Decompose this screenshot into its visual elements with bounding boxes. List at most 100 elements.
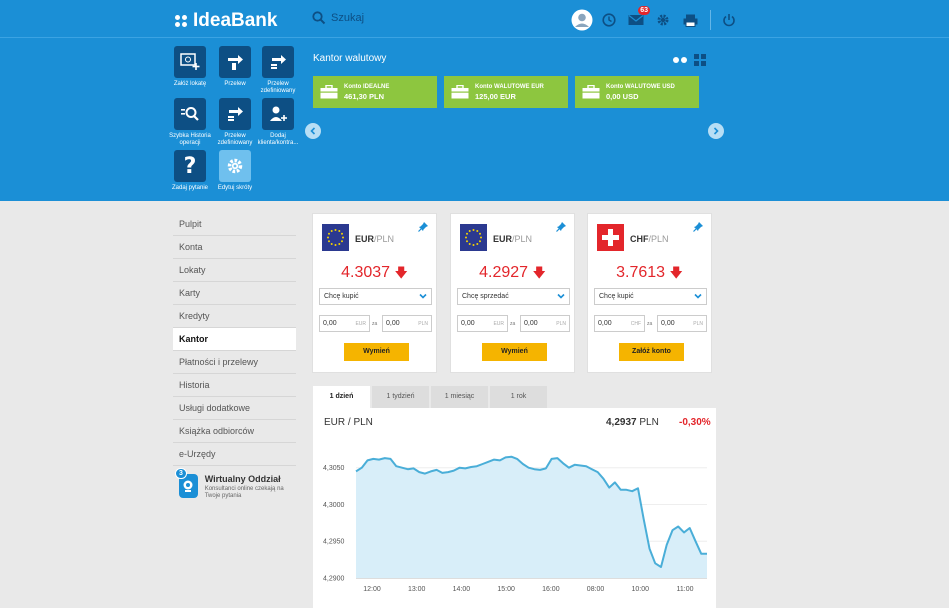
- action-select[interactable]: Chcę sprzedać: [457, 288, 570, 305]
- defined-transfer-icon: [219, 98, 251, 130]
- settings-gear-icon[interactable]: [652, 9, 674, 31]
- tab-1-day[interactable]: 1 dzień: [313, 386, 370, 408]
- shortcut-defined-transfer[interactable]: Przelew zdefiniowany: [254, 46, 302, 95]
- shortcut-label: Przelew zdefiniowany: [217, 133, 253, 146]
- action-select-value: Chcę kupić: [324, 293, 359, 300]
- y-tick-label: 4,3050: [323, 465, 345, 472]
- amount-from-unit: EUR: [493, 321, 504, 327]
- defined-transfer-icon: [262, 46, 294, 78]
- sidebar-item-karty[interactable]: Karty: [173, 282, 296, 305]
- chevron-down-icon: [694, 293, 702, 299]
- currency-card-eur-buy: EUR/PLN 4.3037 🡇 Chcę kupić 0,00 EUR za 0…: [312, 213, 437, 373]
- briefcase-icon: [582, 85, 600, 99]
- shortcut-label: Przelew: [224, 81, 246, 87]
- logo-mark-icon: [175, 15, 187, 27]
- action-select-value: Chcę kupić: [599, 293, 634, 300]
- amount-to-unit: PLN: [556, 321, 566, 327]
- action-select[interactable]: Chcę kupić: [594, 288, 707, 305]
- virtual-branch[interactable]: 3 Wirtualny Oddział Konsultanci online c…: [173, 468, 296, 500]
- base-currency: EUR: [493, 234, 513, 244]
- period-tabs: 1 dzień 1 tydzień 1 miesiąc 1 rok: [313, 386, 549, 408]
- logo-text: IdeaBank: [193, 10, 278, 31]
- shortcut-quick-history[interactable]: Szybka Historia operacji: [166, 98, 214, 147]
- logout-power-icon[interactable]: [718, 9, 740, 31]
- sidebar-item-kredyty[interactable]: Kredyty: [173, 305, 296, 328]
- down-arrow-icon: 🡇: [394, 265, 408, 280]
- shortcut-label: Szybka Historia operacji: [169, 133, 211, 146]
- rate-value: 4.2927: [479, 264, 529, 281]
- currency-pair: EUR/PLN: [493, 234, 532, 244]
- clock-icon[interactable]: [598, 9, 620, 31]
- sidebar-item-historia[interactable]: Historia: [173, 374, 296, 397]
- view-toggle[interactable]: [673, 54, 706, 66]
- shortcut-edit-shortcuts[interactable]: Edytuj skróty: [211, 150, 259, 192]
- action-select[interactable]: Chcę kupić: [319, 288, 432, 305]
- open-account-button[interactable]: Załóż konto: [619, 343, 684, 361]
- x-tick-label: 08:00: [587, 586, 605, 593]
- amount-from-value: 0,00: [598, 320, 612, 327]
- eu-flag-icon: [322, 224, 349, 251]
- grid-view-icon[interactable]: [694, 54, 706, 66]
- question-mark-icon: ?: [174, 150, 206, 182]
- amount-to-value: 0,00: [524, 320, 538, 327]
- currency-pair: CHF/PLN: [630, 234, 669, 244]
- amount-from-input[interactable]: 0,00 EUR: [457, 315, 508, 332]
- tab-1-year[interactable]: 1 rok: [490, 386, 547, 408]
- exchange-rate: 4.3037 🡇: [313, 264, 436, 286]
- amount-to-input[interactable]: 0,00 PLN: [657, 315, 707, 332]
- chevron-left-icon: [310, 127, 316, 135]
- amount-from-input[interactable]: 0,00 EUR: [319, 315, 370, 332]
- sidebar-item-konta[interactable]: Konta: [173, 236, 296, 259]
- carousel-next-button[interactable]: [708, 123, 724, 139]
- tab-1-month[interactable]: 1 miesiąc: [431, 386, 488, 408]
- down-arrow-icon: 🡇: [669, 265, 683, 280]
- pin-icon[interactable]: [418, 221, 429, 232]
- shortcut-ask-question[interactable]: ? Zadaj pytanie: [166, 150, 214, 192]
- shortcut-add-contact[interactable]: Dodaj klienta/kontra...: [254, 98, 302, 147]
- briefcase-icon: [320, 85, 338, 99]
- account-card[interactable]: Konto WALUTOWE USD 0,00 USD: [575, 76, 699, 108]
- search-icon: [312, 11, 326, 25]
- search-box[interactable]: Szukaj: [312, 11, 364, 25]
- exchange-rate: 4.2927 🡇: [451, 264, 574, 286]
- account-name: Konto WALUTOWE EUR: [475, 83, 544, 90]
- shortcut-open-deposit[interactable]: Załóż lokatę: [166, 46, 214, 88]
- account-card[interactable]: Konto WALUTOWE EUR 125,00 EUR: [444, 76, 568, 108]
- sidebar-item-platnosci[interactable]: Płatności i przelewy: [173, 351, 296, 374]
- exchange-button[interactable]: Wymień: [482, 343, 547, 361]
- briefcase-icon: [451, 85, 469, 99]
- account-card[interactable]: Konto IDEALNE 461,30 PLN: [313, 76, 437, 108]
- mail-icon[interactable]: 63: [625, 6, 650, 31]
- user-avatar-icon[interactable]: [571, 9, 593, 31]
- amount-to-input[interactable]: 0,00 PLN: [382, 315, 432, 332]
- currency-pair: EUR/PLN: [355, 234, 394, 244]
- sidebar-item-kantor[interactable]: Kantor: [173, 328, 296, 351]
- amount-to-input[interactable]: 0,00 PLN: [520, 315, 570, 332]
- carousel-prev-button[interactable]: [305, 123, 321, 139]
- ideabank-logo[interactable]: IdeaBank: [175, 10, 277, 32]
- tab-1-week[interactable]: 1 tydzień: [372, 386, 429, 408]
- sidebar-item-e-urzedy[interactable]: e-Urzędy: [173, 443, 296, 466]
- chevron-down-icon: [419, 293, 427, 299]
- sidebar-item-uslugi[interactable]: Usługi dodatkowe: [173, 397, 296, 420]
- quote-currency: /PLN: [512, 234, 533, 244]
- pin-icon[interactable]: [556, 221, 567, 232]
- dots-view-icon[interactable]: [673, 57, 687, 63]
- shortcut-defined-transfer-2[interactable]: Przelew zdefiniowany: [211, 98, 259, 147]
- amount-from-value: 0,00: [461, 320, 475, 327]
- sidebar-item-pulpit[interactable]: Pulpit: [173, 213, 296, 236]
- swiss-flag-icon: [597, 224, 624, 251]
- amount-from-value: 0,00: [323, 320, 337, 327]
- amount-from-input[interactable]: 0,00 CHF: [594, 315, 645, 332]
- shortcut-transfer[interactable]: Przelew: [211, 46, 259, 88]
- x-tick-label: 14:00: [453, 586, 471, 593]
- action-select-value: Chcę sprzedać: [462, 293, 509, 300]
- x-tick-label: 13:00: [408, 586, 426, 593]
- base-currency: EUR: [355, 234, 375, 244]
- pin-icon[interactable]: [693, 221, 704, 232]
- sidebar-item-lokaty[interactable]: Lokaty: [173, 259, 296, 282]
- exchange-button[interactable]: Wymień: [344, 343, 409, 361]
- sidebar-item-ksiazka[interactable]: Książka odbiorców: [173, 420, 296, 443]
- printer-icon[interactable]: [679, 9, 701, 31]
- rate-chart[interactable]: 4,3050 4,3000 4,2950 4,2900 12:00 13:00 14:00 1…: [313, 408, 716, 608]
